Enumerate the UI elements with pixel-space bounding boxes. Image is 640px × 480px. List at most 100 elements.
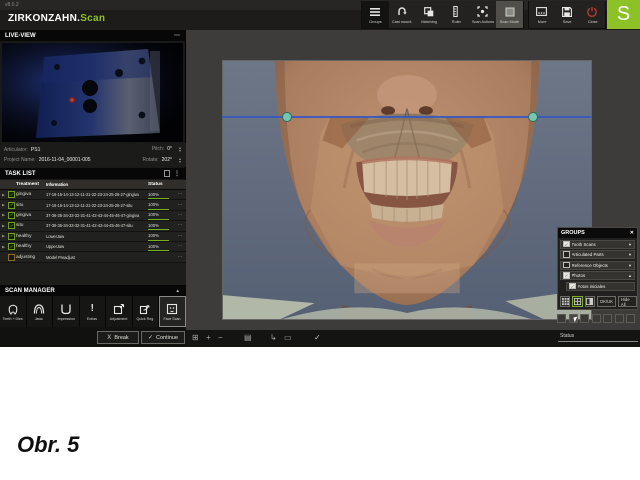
row-expander-icon[interactable]: ▶ [0,213,7,217]
cast-mount-button[interactable]: Cast mount. [389,1,416,28]
task-row[interactable]: ▶ ✓ situ 17-16-15-14-13-12-11-21-22-23-2… [0,200,186,210]
task-row[interactable]: ▶ ✓ gingiva 37-36-35-34-33-32-31-41-42-4… [0,211,186,221]
zirkonzahn-logo-tile[interactable]: S [607,0,640,29]
zoom-out-icon[interactable]: − [218,333,223,343]
scan-manager-collapse-icon[interactable]: ▲ [176,288,181,293]
zoom-in-icon[interactable]: + [206,333,211,343]
row-menu-icon[interactable]: ⋯ [174,234,186,239]
extras-tool[interactable]: ! Extras [80,296,107,327]
rotate-view-icon[interactable]: ↳ [270,333,277,343]
close-icon[interactable]: ✕ [630,230,634,236]
row-expander-icon[interactable]: ▶ [0,203,7,207]
hide-all-button[interactable]: Hide All [618,296,637,307]
scan-actions-button[interactable]: Scan Actions [469,1,496,28]
view-preset-icon[interactable] [626,314,635,323]
impression-icon [60,303,72,315]
grid-four-view-icon[interactable] [572,296,582,307]
group-checkbox[interactable]: ✓ [569,283,576,290]
row-checkbox[interactable]: ✓ [8,212,15,219]
viewport-bottom-bar: ⊞ + − ▤ ↳ ▭ ✓ Status [186,330,640,347]
row-checkbox[interactable]: ✓ [8,202,15,209]
row-checkbox[interactable]: ✓ [8,191,15,198]
chevron-up-icon[interactable]: ▲ [628,273,632,278]
impression-tool[interactable]: Impression [53,296,80,327]
confirm-check-icon[interactable]: ✓ [314,333,321,343]
task-row[interactable]: ▶ ✓ gingiva 17-16-15-14-13-12-11-21-22-2… [0,190,186,200]
task-row[interactable]: adjusting Model Preadjust ⋯ [0,252,186,262]
scan-manager-header: SCAN MANAGER ▲ [0,285,186,296]
group-item-tooth-scans[interactable]: ✓ Tooth Scans ▼ [560,240,635,249]
view-preset-icon[interactable] [615,314,624,323]
logo-letter: S [617,3,630,26]
row-menu-icon[interactable]: ⋯ [174,203,186,208]
rotate-stepper[interactable]: ▴▾ [179,157,181,163]
ok-uk-button[interactable]: OK/UK [597,296,616,307]
mesh-view-icon[interactable]: ▤ [244,333,252,343]
task-row[interactable]: ▶ ✓ healthy LowerJaw 100% ⋯ [0,232,186,242]
close-button[interactable]: Close [580,1,605,28]
cast-mount-icon [397,6,407,18]
zoom-fit-icon[interactable]: ⊞ [192,333,199,343]
row-expander-icon[interactable]: ▶ [0,224,7,228]
task-row[interactable]: ▶ ✓ situ 37-36-35-34-33-32-31-41-42-43-4… [0,221,186,231]
split-view-icon[interactable] [585,296,595,307]
adjustment-icon [113,303,125,315]
group-checkbox[interactable] [563,262,570,269]
more-button[interactable]: More [529,1,554,28]
group-checkbox[interactable] [563,251,570,258]
row-expander-icon[interactable]: ▶ [0,193,7,197]
row-menu-icon[interactable]: ⋯ [174,244,186,249]
task-list-menu-icon[interactable]: ⋮ [174,170,181,177]
face-scan-tool[interactable]: Face Scan [159,296,186,327]
continue-button[interactable]: ✓ Continue [141,331,185,344]
group-item-reference-objects[interactable]: Reference Objects ▼ [560,261,635,270]
row-expander-icon[interactable]: ▶ [0,245,7,249]
row-expander-icon[interactable]: ▶ [0,234,7,238]
patient-face-photo[interactable] [222,60,592,320]
task-row[interactable]: ▶ ✓ healthy UpperJaw 100% ⋯ [0,242,186,252]
row-menu-icon[interactable]: ⋯ [174,255,186,260]
ruler-button[interactable]: Ruler [442,1,469,28]
chevron-down-icon[interactable]: ▼ [628,263,632,268]
group-subitem-fotos-iniciales[interactable]: ✓ Fotos iniciales [566,282,635,291]
row-checkbox[interactable]: ✓ [8,243,15,250]
save-button[interactable]: Save [554,1,579,28]
jaw-icon [33,303,45,315]
chevron-down-icon[interactable]: ▼ [628,242,632,247]
view-preset-icon[interactable] [580,314,589,323]
group-checkbox[interactable]: ✓ [563,241,570,248]
view-preset-icon[interactable] [592,314,601,323]
adjustment-tool[interactable]: Adjustment [106,296,133,327]
group-checkbox[interactable]: ✓ [563,272,570,279]
view-preset-icon[interactable] [557,314,566,323]
snapshot-icon[interactable]: ▭ [284,333,292,343]
row-menu-icon[interactable]: ⋯ [174,223,186,228]
group-item-articulated-parts[interactable]: Articulated Parts ▼ [560,250,635,259]
app-version-label: v8.0.2 [5,2,19,8]
teeth-dies-tool[interactable]: Teeth + Dies [0,296,27,327]
row-menu-icon[interactable]: ⋯ [174,192,186,197]
quick-reg-tool[interactable]: Quick Reg. [133,296,160,327]
face-scan-icon [166,303,178,315]
groups-button[interactable]: Groups [362,1,389,28]
pitch-stepper[interactable]: ▴▾ [179,146,181,152]
save-icon [562,6,572,18]
row-checkbox[interactable] [8,254,15,261]
plane-handle-left[interactable] [282,112,292,122]
grid-nine-view-icon[interactable] [560,296,570,307]
task-list-file-icon[interactable] [164,170,170,177]
row-checkbox[interactable]: ✓ [8,233,15,240]
row-menu-icon[interactable]: ⋯ [174,213,186,218]
view-preset-icon[interactable] [603,314,612,323]
jaws-tool[interactable]: Jaws [27,296,54,327]
group-item-photos[interactable]: ✓ Photos ▲ [560,271,635,280]
pitch-label: Pitch: [152,146,165,152]
plane-handle-right[interactable] [528,112,538,122]
chevron-down-icon[interactable]: ▼ [628,252,632,257]
live-view-menu-icon[interactable]: ⋯ [174,32,181,39]
break-button[interactable]: X Break [97,331,139,344]
view-preset-icon-active[interactable] [569,314,578,323]
row-checkbox[interactable]: ✓ [8,222,15,229]
scan-mode-button[interactable]: Scan Mode [496,1,523,28]
matching-button[interactable]: Matching [416,1,443,28]
